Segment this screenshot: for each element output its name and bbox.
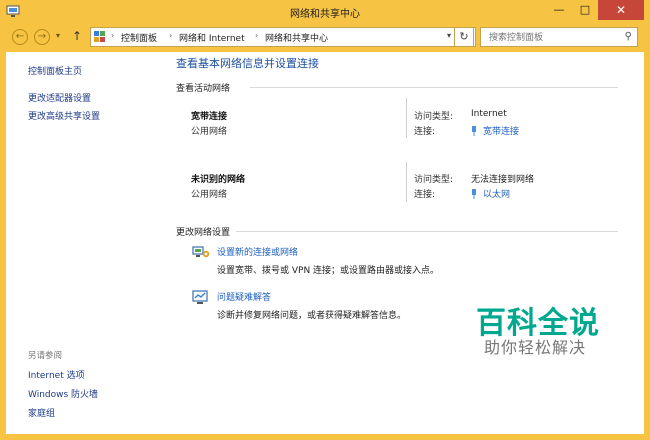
title-bar: 网络和共享中心 — □ ✕: [0, 0, 650, 24]
breadcrumb-separator[interactable]: ›: [255, 31, 258, 40]
connection-label: 连接:: [414, 127, 436, 137]
access-type-label: 访问类型:: [414, 175, 454, 185]
network-category[interactable]: 公用网络: [191, 187, 227, 200]
breadcrumb-network-sharing-center[interactable]: 网络和共享中心: [265, 31, 328, 44]
section-divider: [250, 87, 618, 88]
setup-new-connection-desc: 设置宽带、拨号或 VPN 连接；或设置路由器或接入点。: [217, 266, 440, 276]
active-networks-heading: 查看活动网络: [176, 84, 231, 94]
window: 网络和共享中心 — □ ✕ ← → ▾ ↑ › 控制面板 › 网络和 Inter…: [0, 0, 650, 440]
broadband-connection-icon: [472, 126, 476, 136]
see-also-internet-options[interactable]: Internet 选项: [28, 368, 85, 381]
network-name: 未识别的网络: [191, 175, 246, 185]
address-toolbar: ← → ▾ ↑ › 控制面板 › 网络和 Internet › 网络和共享中心 …: [6, 25, 644, 49]
breadcrumb-control-panel[interactable]: 控制面板: [121, 31, 157, 44]
connection-link[interactable]: 宽带连接: [471, 124, 519, 137]
sidebar-link-advanced-sharing[interactable]: 更改高级共享设置: [28, 109, 100, 122]
change-settings-heading: 更改网络设置: [176, 228, 231, 238]
connection-link-label[interactable]: 宽带连接: [483, 127, 519, 137]
see-also-homegroup[interactable]: 家庭组: [28, 406, 55, 419]
content-area: 控制面板主页 更改适配器设置 更改高级共享设置 另请参阅 Internet 选项…: [6, 52, 644, 434]
sidebar-link-adapter-settings[interactable]: 更改适配器设置: [28, 91, 91, 104]
sidebar-link-home[interactable]: 控制面板主页: [28, 64, 82, 77]
network-category[interactable]: 公用网络: [191, 124, 227, 137]
address-field[interactable]: › 控制面板 › 网络和 Internet › 网络和共享中心 ▾: [90, 27, 476, 47]
new-connection-icon: [192, 246, 210, 258]
breadcrumb-separator[interactable]: ›: [169, 31, 172, 40]
troubleshoot-icon: [192, 290, 208, 304]
see-also-windows-firewall[interactable]: Windows 防火墙: [28, 387, 98, 400]
troubleshoot-desc: 诊断并修复网络问题，或者获得疑难解答信息。: [217, 311, 407, 321]
ethernet-connection-icon: [472, 189, 476, 199]
recent-pages-dropdown[interactable]: ▾: [56, 31, 60, 40]
page-title: 查看基本网络信息并设置连接: [176, 57, 319, 70]
address-dropdown-icon[interactable]: ▾: [447, 31, 451, 40]
network-name: 宽带连接: [191, 112, 228, 122]
network-divider: [406, 98, 407, 138]
section-divider: [236, 231, 618, 232]
search-input[interactable]: [487, 30, 611, 46]
minimize-button[interactable]: —: [546, 0, 572, 20]
breadcrumb-separator[interactable]: ›: [111, 31, 114, 40]
access-type-value: Internet: [471, 109, 507, 119]
watermark-subtitle: 助你轻松解决: [484, 338, 587, 357]
breadcrumb-network-internet[interactable]: 网络和 Internet: [179, 31, 245, 44]
access-type-value: 无法连接到网络: [471, 175, 535, 185]
close-button[interactable]: ✕: [598, 0, 644, 20]
connection-link-label[interactable]: 以太网: [483, 190, 510, 200]
troubleshoot-link[interactable]: 问题疑难解答: [217, 290, 271, 303]
connection-label: 连接:: [414, 190, 436, 200]
forward-button[interactable]: →: [34, 29, 50, 45]
up-button[interactable]: ↑: [72, 29, 82, 43]
access-type-label: 访问类型:: [414, 112, 454, 122]
search-box[interactable]: ⚲: [480, 27, 638, 47]
connection-link[interactable]: 以太网: [471, 187, 510, 200]
setup-new-connection-link[interactable]: 设置新的连接或网络: [217, 245, 298, 258]
maximize-button[interactable]: □: [572, 0, 598, 20]
search-icon[interactable]: ⚲: [625, 31, 632, 42]
see-also-heading: 另请参阅: [28, 351, 63, 361]
control-panel-icon: [94, 31, 105, 42]
back-button[interactable]: ←: [12, 29, 28, 45]
network-divider: [406, 162, 407, 202]
refresh-button[interactable]: ↻: [454, 27, 474, 47]
